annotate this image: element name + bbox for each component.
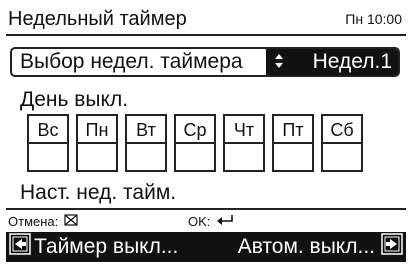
day-name: Чт xyxy=(233,119,255,140)
bottom-nav-bar: Таймер выкл... Автом. выкл... xyxy=(6,232,406,262)
nav-prev-label: Таймер выкл... xyxy=(34,235,179,258)
hint-line: Отмена: OK: xyxy=(6,208,406,232)
updown-arrows-icon xyxy=(274,53,284,71)
weekly-timer-screen: Недельный таймер Пн 10:00 Выбор недел. т… xyxy=(0,0,412,265)
enter-return-icon xyxy=(210,214,234,229)
selector-value[interactable]: Недел.1 xyxy=(266,49,398,75)
day-box-tue[interactable]: Вт xyxy=(125,114,167,172)
page-title: Недельный таймер xyxy=(8,7,187,30)
day-off-label: День выкл. xyxy=(20,88,129,111)
nav-next-label: Автом. выкл... xyxy=(237,235,375,258)
cancel-hint-label: Отмена: xyxy=(8,213,59,229)
nav-prev-button[interactable]: Таймер выкл... xyxy=(6,233,178,261)
current-weekly-timer-label: Наст. нед. тайм. xyxy=(20,181,177,204)
cancel-hint: Отмена: xyxy=(6,214,188,229)
cancel-cross-icon xyxy=(58,213,78,229)
day-off-days: Вс Пн Вт Ср Чт Пт Сб xyxy=(27,114,370,172)
nav-right-icon xyxy=(375,233,406,261)
selector-value-text: Недел.1 xyxy=(312,50,392,73)
day-box-sun[interactable]: Вс xyxy=(27,114,69,172)
day-box-thu[interactable]: Чт xyxy=(223,114,265,172)
header: Недельный таймер Пн 10:00 xyxy=(6,4,406,36)
ok-hint-label: OK: xyxy=(188,213,211,229)
day-name: Пт xyxy=(282,119,304,140)
day-box-fri[interactable]: Пт xyxy=(272,114,314,172)
nav-next-button[interactable]: Автом. выкл... xyxy=(238,233,406,261)
day-name: Вт xyxy=(136,119,156,140)
ok-hint: OK: xyxy=(188,214,234,229)
selector-label: Выбор недел. таймера xyxy=(20,50,243,73)
weekly-timer-selector[interactable]: Выбор недел. таймера Недел.1 xyxy=(10,47,400,77)
clock: Пн 10:00 xyxy=(345,11,402,27)
day-box-mon[interactable]: Пн xyxy=(76,114,118,172)
day-name: Сб xyxy=(330,119,354,140)
day-name: Вс xyxy=(37,119,59,140)
day-name: Ср xyxy=(183,119,207,140)
day-name: Пн xyxy=(85,119,109,140)
day-box-wed[interactable]: Ср xyxy=(174,114,216,172)
nav-left-icon xyxy=(6,233,34,261)
day-box-sat[interactable]: Сб xyxy=(321,114,363,172)
